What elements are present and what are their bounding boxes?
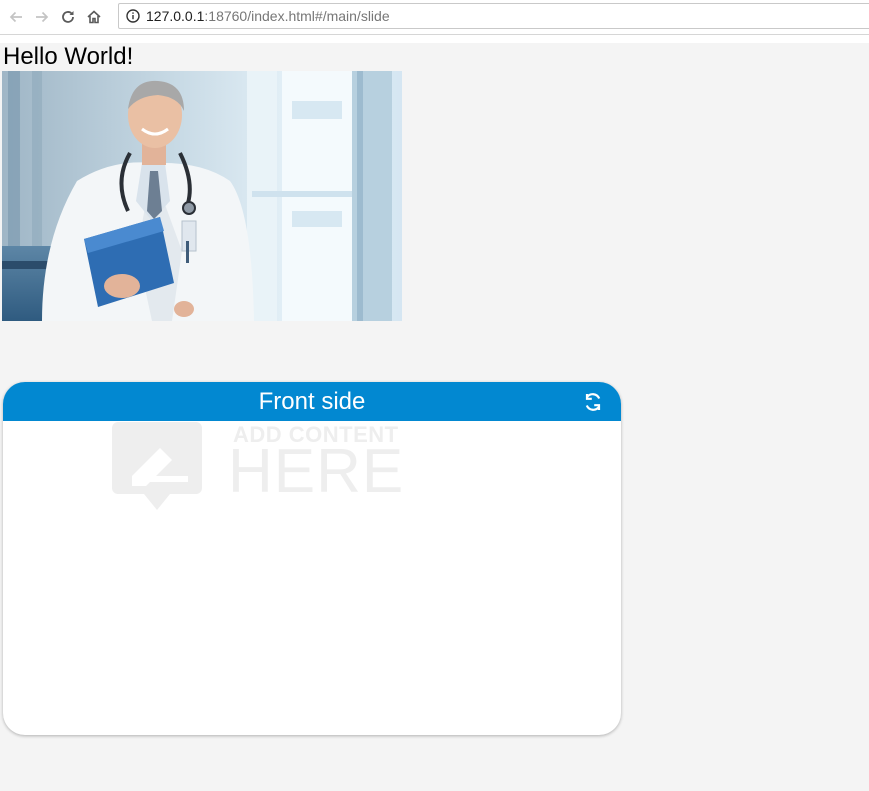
page-heading: Hello World! [3, 43, 134, 70]
back-arrow-icon[interactable] [3, 4, 29, 30]
flip-card[interactable]: Front side ADD CONTENT HERE [3, 382, 621, 735]
forward-arrow-icon[interactable] [29, 4, 55, 30]
card-title: Front side [258, 388, 366, 415]
address-bar[interactable]: 127.0.0.1:18760/index.html#/main/slide [118, 3, 869, 29]
page-top-strip [0, 35, 869, 43]
add-content-placeholder: ADD CONTENT HERE [112, 422, 405, 512]
url-text: 127.0.0.1:18760/index.html#/main/slide [146, 8, 390, 24]
card-header: Front side [3, 382, 621, 421]
home-icon[interactable] [81, 4, 107, 30]
flip-refresh-icon[interactable] [579, 388, 607, 416]
browser-toolbar: 127.0.0.1:18760/index.html#/main/slide [0, 0, 869, 35]
reload-icon[interactable] [55, 4, 81, 30]
info-icon[interactable] [123, 9, 143, 23]
placeholder-maintext: HERE [228, 437, 405, 506]
edit-placeholder-icon [112, 422, 202, 510]
doctor-photo [2, 71, 402, 321]
